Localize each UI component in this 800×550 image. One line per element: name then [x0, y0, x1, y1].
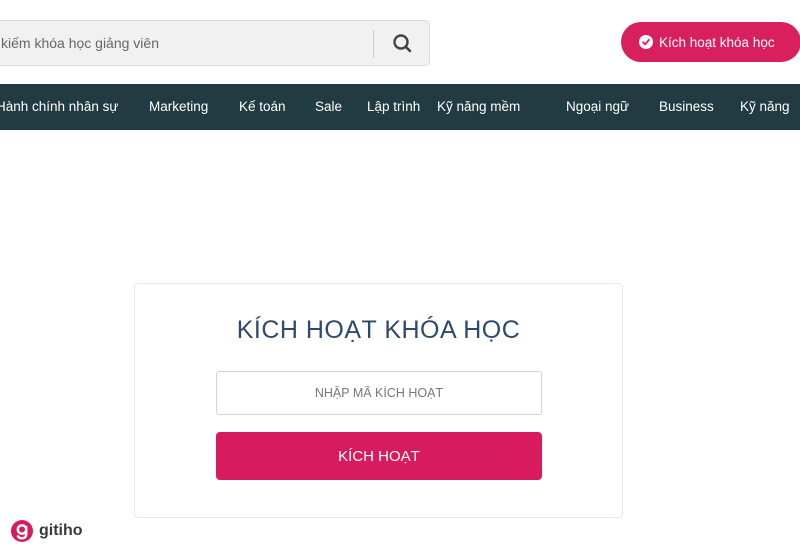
nav-item-programming[interactable]: Lập trình	[367, 84, 420, 130]
activation-title: KÍCH HOẠT KHÓA HỌC	[236, 316, 521, 344]
gitiho-logo: gitiho	[10, 518, 83, 544]
search-bar	[0, 20, 430, 66]
nav-item-soft-skills[interactable]: Kỹ năng mềm	[437, 84, 520, 130]
nav-item-marketing[interactable]: Marketing	[149, 84, 208, 130]
activation-code-input[interactable]	[216, 371, 542, 415]
activation-card: KÍCH HOẠT KHÓA HỌC KÍCH HOẠT	[134, 283, 623, 518]
category-nav: Hành chính nhân sự Marketing Kế toán Sal…	[0, 84, 800, 130]
search-divider	[373, 30, 374, 58]
search-button[interactable]	[375, 21, 429, 65]
search-input[interactable]	[0, 21, 367, 65]
nav-item-business[interactable]: Business	[659, 84, 714, 130]
nav-item-hr[interactable]: Hành chính nhân sự	[0, 84, 118, 130]
gitiho-logo-icon	[11, 520, 33, 542]
activate-course-button[interactable]: Kích hoạt khóa học	[621, 22, 800, 62]
check-circle-icon	[639, 35, 653, 49]
brand-name: gitiho	[39, 522, 83, 539]
activate-course-label: Kích hoạt khóa học	[659, 34, 775, 50]
nav-item-skills[interactable]: Kỹ năng	[740, 84, 790, 130]
nav-item-accounting[interactable]: Kế toán	[239, 84, 286, 130]
activate-submit-button[interactable]: KÍCH HOẠT	[216, 432, 542, 480]
nav-item-sale[interactable]: Sale	[315, 84, 342, 130]
nav-item-languages[interactable]: Ngoại ngữ	[566, 84, 629, 130]
search-icon	[393, 34, 412, 53]
